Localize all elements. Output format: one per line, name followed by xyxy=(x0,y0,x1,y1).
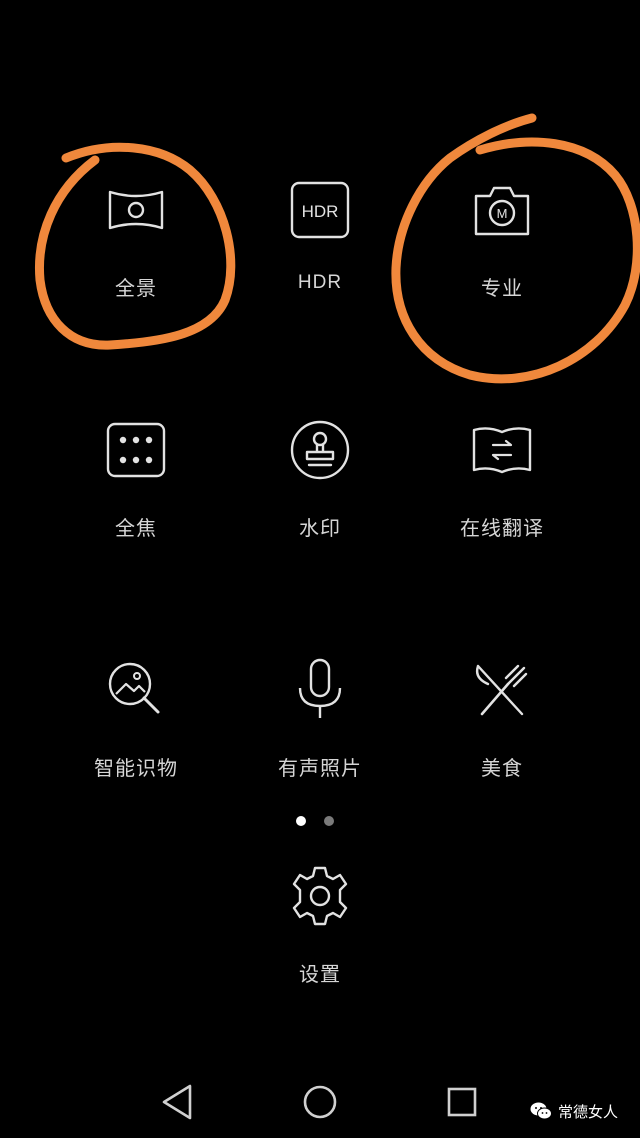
mode-label: 智能识物 xyxy=(94,756,178,780)
all-focus-icon xyxy=(106,422,166,478)
page-dot-active[interactable] xyxy=(296,816,306,826)
settings-label: 设置 xyxy=(299,962,341,986)
watermark-text: 常德女人 xyxy=(558,1102,619,1121)
translate-book-icon xyxy=(472,427,532,474)
mode-object-recognition[interactable]: 智能识物 xyxy=(46,658,226,781)
mode-panorama[interactable]: 全景 xyxy=(46,178,226,301)
mode-label: 有声照片 xyxy=(278,756,362,780)
mode-translate[interactable]: 在线翻译 xyxy=(412,418,592,541)
hdr-icon-text: HDR xyxy=(302,202,339,221)
home-circle-icon[interactable] xyxy=(298,1080,342,1124)
mode-label: 专业 xyxy=(481,276,523,300)
panorama-icon xyxy=(108,190,164,230)
back-triangle-icon[interactable] xyxy=(156,1080,200,1124)
page-dot[interactable] xyxy=(324,816,334,826)
pro-camera-icon: M xyxy=(474,186,530,236)
source-watermark: 常德女人 xyxy=(530,1098,636,1124)
mode-all-focus[interactable]: 全焦 xyxy=(46,418,226,541)
watermark-stamp-icon xyxy=(290,420,350,480)
mode-label: 全景 xyxy=(115,276,157,300)
microphone-icon xyxy=(298,658,342,718)
pro-icon-text: M xyxy=(497,206,508,221)
gear-icon xyxy=(292,866,348,926)
hdr-icon: HDR xyxy=(290,181,350,239)
wechat-icon xyxy=(530,1102,552,1120)
page-indicator xyxy=(296,816,344,828)
mode-watermark[interactable]: 水印 xyxy=(230,418,410,541)
mode-pro[interactable]: M 专业 xyxy=(412,178,592,301)
mode-label: 水印 xyxy=(299,516,341,540)
food-utensils-icon xyxy=(475,664,528,716)
mode-label: 全焦 xyxy=(115,516,157,540)
mode-hdr[interactable]: HDR HDR xyxy=(230,178,410,294)
mode-audio-photo[interactable]: 有声照片 xyxy=(230,658,410,781)
mode-label: 美食 xyxy=(481,756,523,780)
settings-button[interactable]: 设置 xyxy=(230,864,410,987)
mode-label: 在线翻译 xyxy=(460,516,544,540)
recents-square-icon[interactable] xyxy=(440,1080,484,1124)
mode-label: HDR xyxy=(297,272,343,293)
mode-food[interactable]: 美食 xyxy=(412,658,592,781)
object-recognition-icon xyxy=(108,662,160,714)
